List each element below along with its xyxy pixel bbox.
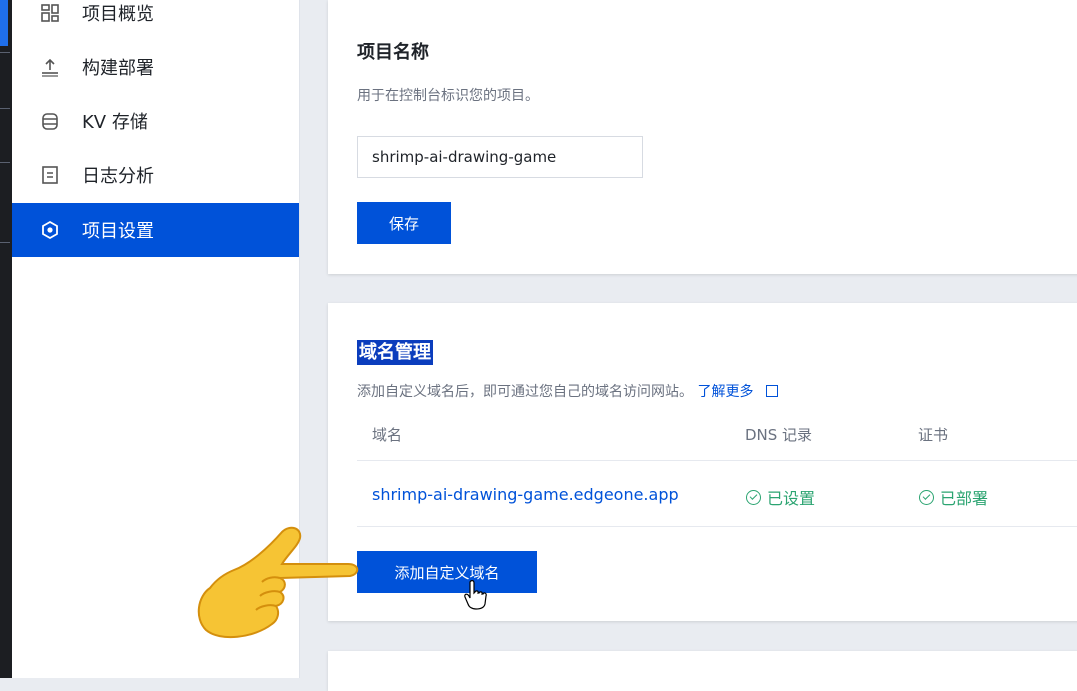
table-divider xyxy=(357,460,1077,461)
edge-tick xyxy=(0,162,10,163)
card-title: 项目名称 xyxy=(357,42,429,63)
learn-more-link[interactable]: 了解更多 xyxy=(697,384,753,400)
selected-text: 域名管理 xyxy=(357,340,433,365)
sidebar-item-label: 日志分析 xyxy=(82,166,154,187)
dns-status: 已设置 xyxy=(746,485,815,509)
sidebar-item-project-settings[interactable]: 项目设置 xyxy=(12,203,299,257)
sidebar-item-kv-storage[interactable]: KV 存储 xyxy=(12,94,299,148)
window-edge xyxy=(0,0,12,678)
column-header-certificate: 证书 xyxy=(918,426,949,444)
pointing-hand-icon xyxy=(197,526,359,639)
check-circle-icon xyxy=(919,489,934,505)
sidebar-item-label: 构建部署 xyxy=(82,58,154,79)
card-description: 用于在控制台标识您的项目。 xyxy=(357,88,539,104)
project-name-card: 项目名称 用于在控制台标识您的项目。 保存 xyxy=(328,0,1077,274)
edge-tick xyxy=(0,52,10,53)
card-description: 添加自定义域名后，即可通过您自己的域名访问网站。 了解更多 xyxy=(357,381,778,401)
next-card xyxy=(328,651,1077,691)
hand-cursor-icon xyxy=(464,580,487,610)
external-link-icon[interactable] xyxy=(765,385,778,397)
description-text: 添加自定义域名后，即可通过您自己的域名访问网站。 xyxy=(357,384,693,400)
project-name-input[interactable] xyxy=(357,136,643,178)
add-custom-domain-button[interactable]: 添加自定义域名 xyxy=(357,551,537,593)
sidebar-item-log-analysis[interactable]: 日志分析 xyxy=(12,148,299,202)
log-icon xyxy=(39,164,61,186)
sidebar-item-label: KV 存储 xyxy=(82,112,148,133)
check-circle-icon xyxy=(746,489,761,505)
sidebar-item-build-deploy[interactable]: 构建部署 xyxy=(12,40,299,94)
edge-tick xyxy=(0,108,10,109)
column-header-domain: 域名 xyxy=(372,426,403,444)
edge-tick xyxy=(0,242,10,243)
edge-accent xyxy=(0,0,8,46)
certificate-status-text: 已部署 xyxy=(940,489,989,508)
domain-link[interactable]: shrimp-ai-drawing-game.edgeone.app xyxy=(372,485,679,504)
dns-status-text: 已设置 xyxy=(767,489,816,508)
sidebar-item-label: 项目概览 xyxy=(82,4,154,25)
domain-management-card: 域名管理 添加自定义域名后，即可通过您自己的域名访问网站。 了解更多 域名 DN… xyxy=(328,303,1077,621)
save-button[interactable]: 保存 xyxy=(357,202,451,244)
sidebar-item-overview[interactable]: 项目概览 xyxy=(12,0,299,40)
certificate-status: 已部署 xyxy=(919,485,988,509)
upload-icon xyxy=(39,56,61,78)
table-divider xyxy=(357,526,1077,527)
database-icon xyxy=(39,110,61,132)
overview-icon xyxy=(39,2,61,24)
column-header-dns: DNS 记录 xyxy=(745,426,813,444)
card-title: 域名管理 xyxy=(357,338,433,365)
settings-icon xyxy=(39,219,61,241)
sidebar-item-label: 项目设置 xyxy=(82,221,154,242)
